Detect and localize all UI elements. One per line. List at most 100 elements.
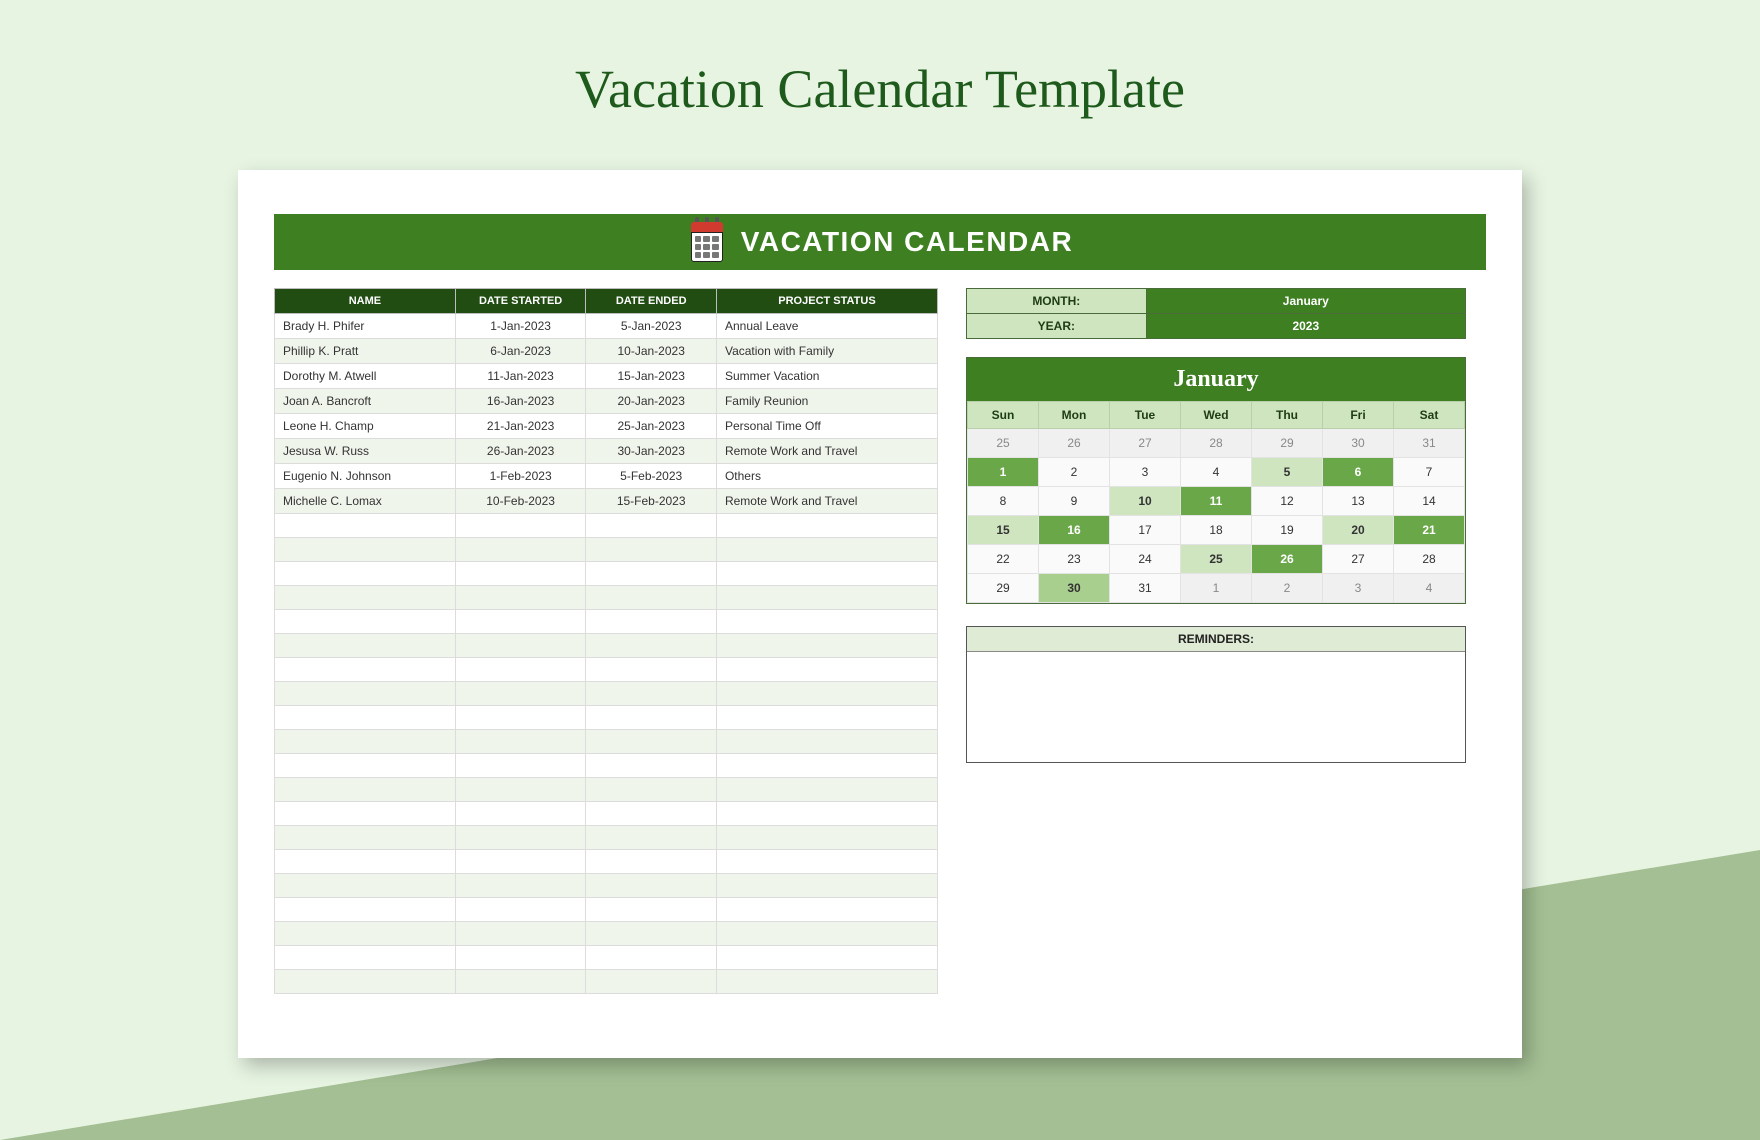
table-row-empty[interactable]: [275, 874, 938, 898]
cell-status[interactable]: Annual Leave: [716, 314, 937, 339]
calendar-day[interactable]: 12: [1252, 487, 1323, 516]
calendar-day[interactable]: 20: [1323, 516, 1394, 545]
calendar-day[interactable]: 26: [1039, 429, 1110, 458]
calendar-day[interactable]: 3: [1323, 574, 1394, 603]
cell-date-ended[interactable]: 25-Jan-2023: [586, 414, 717, 439]
calendar-day[interactable]: 28: [1394, 545, 1465, 574]
cell-date-started[interactable]: 6-Jan-2023: [455, 339, 586, 364]
table-row-empty[interactable]: [275, 586, 938, 610]
cell-name[interactable]: Brady H. Phifer: [275, 314, 456, 339]
calendar-day[interactable]: 31: [1394, 429, 1465, 458]
calendar-day[interactable]: 5: [1252, 458, 1323, 487]
calendar-day[interactable]: 13: [1323, 487, 1394, 516]
cell-status[interactable]: Summer Vacation: [716, 364, 937, 389]
calendar-day[interactable]: 29: [968, 574, 1039, 603]
calendar-day[interactable]: 1: [1181, 574, 1252, 603]
table-row[interactable]: Jesusa W. Russ26-Jan-202330-Jan-2023Remo…: [275, 439, 938, 464]
calendar-day[interactable]: 28: [1181, 429, 1252, 458]
cell-date-ended[interactable]: 15-Feb-2023: [586, 489, 717, 514]
cell-name[interactable]: Phillip K. Pratt: [275, 339, 456, 364]
table-row-empty[interactable]: [275, 850, 938, 874]
month-value[interactable]: January: [1146, 289, 1465, 314]
table-row-empty[interactable]: [275, 970, 938, 994]
table-row-empty[interactable]: [275, 898, 938, 922]
table-row-empty[interactable]: [275, 514, 938, 538]
calendar-day[interactable]: 15: [968, 516, 1039, 545]
cell-status[interactable]: Others: [716, 464, 937, 489]
calendar-day[interactable]: 16: [1039, 516, 1110, 545]
cell-name[interactable]: Joan A. Bancroft: [275, 389, 456, 414]
cell-date-ended[interactable]: 15-Jan-2023: [586, 364, 717, 389]
cell-date-started[interactable]: 11-Jan-2023: [455, 364, 586, 389]
calendar-day[interactable]: 27: [1110, 429, 1181, 458]
year-value[interactable]: 2023: [1146, 314, 1465, 339]
calendar-day[interactable]: 3: [1110, 458, 1181, 487]
calendar-day[interactable]: 23: [1039, 545, 1110, 574]
calendar-day[interactable]: 27: [1323, 545, 1394, 574]
table-row[interactable]: Eugenio N. Johnson1-Feb-20235-Feb-2023Ot…: [275, 464, 938, 489]
table-row[interactable]: Dorothy M. Atwell11-Jan-202315-Jan-2023S…: [275, 364, 938, 389]
table-row-empty[interactable]: [275, 778, 938, 802]
table-row-empty[interactable]: [275, 802, 938, 826]
table-row[interactable]: Michelle C. Lomax10-Feb-202315-Feb-2023R…: [275, 489, 938, 514]
cell-name[interactable]: Eugenio N. Johnson: [275, 464, 456, 489]
calendar-day[interactable]: 25: [1181, 545, 1252, 574]
cell-date-ended[interactable]: 5-Jan-2023: [586, 314, 717, 339]
calendar-day[interactable]: 4: [1394, 574, 1465, 603]
cell-date-ended[interactable]: 30-Jan-2023: [586, 439, 717, 464]
table-row[interactable]: Leone H. Champ21-Jan-202325-Jan-2023Pers…: [275, 414, 938, 439]
cell-status[interactable]: Vacation with Family: [716, 339, 937, 364]
calendar-day[interactable]: 6: [1323, 458, 1394, 487]
calendar-day[interactable]: 17: [1110, 516, 1181, 545]
reminders-body[interactable]: [967, 652, 1465, 762]
cell-name[interactable]: Leone H. Champ: [275, 414, 456, 439]
calendar-day[interactable]: 25: [968, 429, 1039, 458]
calendar-day[interactable]: 14: [1394, 487, 1465, 516]
cell-status[interactable]: Remote Work and Travel: [716, 489, 937, 514]
calendar-day[interactable]: 19: [1252, 516, 1323, 545]
table-row[interactable]: Brady H. Phifer1-Jan-20235-Jan-2023Annua…: [275, 314, 938, 339]
calendar-day[interactable]: 1: [968, 458, 1039, 487]
cell-date-started[interactable]: 21-Jan-2023: [455, 414, 586, 439]
cell-date-ended[interactable]: 10-Jan-2023: [586, 339, 717, 364]
table-row-empty[interactable]: [275, 922, 938, 946]
table-row[interactable]: Phillip K. Pratt6-Jan-202310-Jan-2023Vac…: [275, 339, 938, 364]
calendar-day[interactable]: 30: [1323, 429, 1394, 458]
cell-status[interactable]: Family Reunion: [716, 389, 937, 414]
calendar-day[interactable]: 11: [1181, 487, 1252, 516]
table-row-empty[interactable]: [275, 706, 938, 730]
cell-date-ended[interactable]: 5-Feb-2023: [586, 464, 717, 489]
cell-date-started[interactable]: 10-Feb-2023: [455, 489, 586, 514]
table-row-empty[interactable]: [275, 538, 938, 562]
calendar-day[interactable]: 26: [1252, 545, 1323, 574]
calendar-day[interactable]: 22: [968, 545, 1039, 574]
cell-name[interactable]: Michelle C. Lomax: [275, 489, 456, 514]
table-row-empty[interactable]: [275, 946, 938, 970]
calendar-day[interactable]: 24: [1110, 545, 1181, 574]
cell-name[interactable]: Dorothy M. Atwell: [275, 364, 456, 389]
table-row-empty[interactable]: [275, 610, 938, 634]
cell-date-started[interactable]: 1-Feb-2023: [455, 464, 586, 489]
cell-date-ended[interactable]: 20-Jan-2023: [586, 389, 717, 414]
cell-name[interactable]: Jesusa W. Russ: [275, 439, 456, 464]
calendar-day[interactable]: 2: [1252, 574, 1323, 603]
calendar-day[interactable]: 21: [1394, 516, 1465, 545]
table-row-empty[interactable]: [275, 658, 938, 682]
table-row-empty[interactable]: [275, 634, 938, 658]
cell-date-started[interactable]: 16-Jan-2023: [455, 389, 586, 414]
calendar-day[interactable]: 2: [1039, 458, 1110, 487]
calendar-day[interactable]: 31: [1110, 574, 1181, 603]
calendar-day[interactable]: 7: [1394, 458, 1465, 487]
calendar-day[interactable]: 30: [1039, 574, 1110, 603]
cell-date-started[interactable]: 26-Jan-2023: [455, 439, 586, 464]
table-row-empty[interactable]: [275, 754, 938, 778]
cell-status[interactable]: Personal Time Off: [716, 414, 937, 439]
table-row-empty[interactable]: [275, 730, 938, 754]
table-row-empty[interactable]: [275, 682, 938, 706]
calendar-day[interactable]: 4: [1181, 458, 1252, 487]
calendar-day[interactable]: 10: [1110, 487, 1181, 516]
calendar-day[interactable]: 9: [1039, 487, 1110, 516]
calendar-day[interactable]: 8: [968, 487, 1039, 516]
cell-date-started[interactable]: 1-Jan-2023: [455, 314, 586, 339]
table-row[interactable]: Joan A. Bancroft16-Jan-202320-Jan-2023Fa…: [275, 389, 938, 414]
